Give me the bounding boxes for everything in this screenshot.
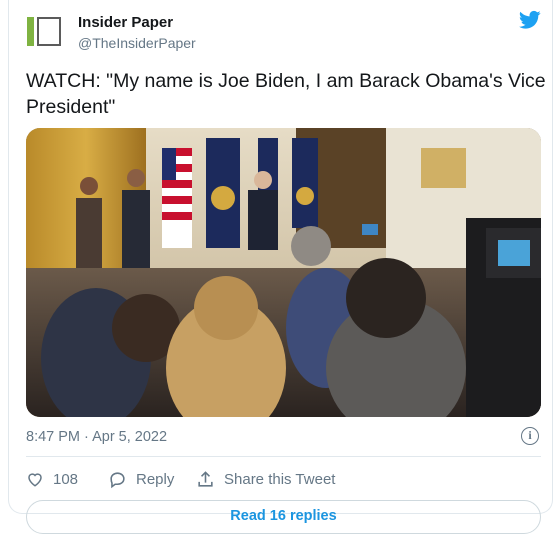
author-name[interactable]: Insider Paper [78,14,173,31]
logo-box [37,17,61,46]
author-avatar[interactable] [22,13,68,49]
info-icon[interactable]: i [521,427,539,445]
logo-bar [27,17,34,46]
share-button[interactable]: Share this Tweet [196,467,335,491]
like-button[interactable]: 108 [26,467,78,491]
share-icon [198,470,213,487]
like-count: 108 [53,470,79,488]
tweet-actions: 108 Reply Share this Tweet [26,467,541,491]
share-label: Share this Tweet [224,470,336,488]
author-handle[interactable]: @TheInsiderPaper [78,35,196,51]
tweet-timestamp[interactable]: 8:47 PM · Apr 5, 2022 [26,429,167,445]
heart-icon [28,473,42,487]
reply-button[interactable]: Reply [108,467,174,491]
read-replies-button[interactable]: Read 16 replies [26,500,541,534]
video-thumbnail-icon [26,128,541,417]
tweet-video[interactable] [26,128,541,417]
tweet-text: WATCH: "My name is Joe Biden, I am Barac… [26,70,546,118]
twitter-bird-icon[interactable] [519,10,541,30]
reply-icon [110,471,125,488]
reply-label: Reply [136,470,175,488]
divider [26,456,541,457]
